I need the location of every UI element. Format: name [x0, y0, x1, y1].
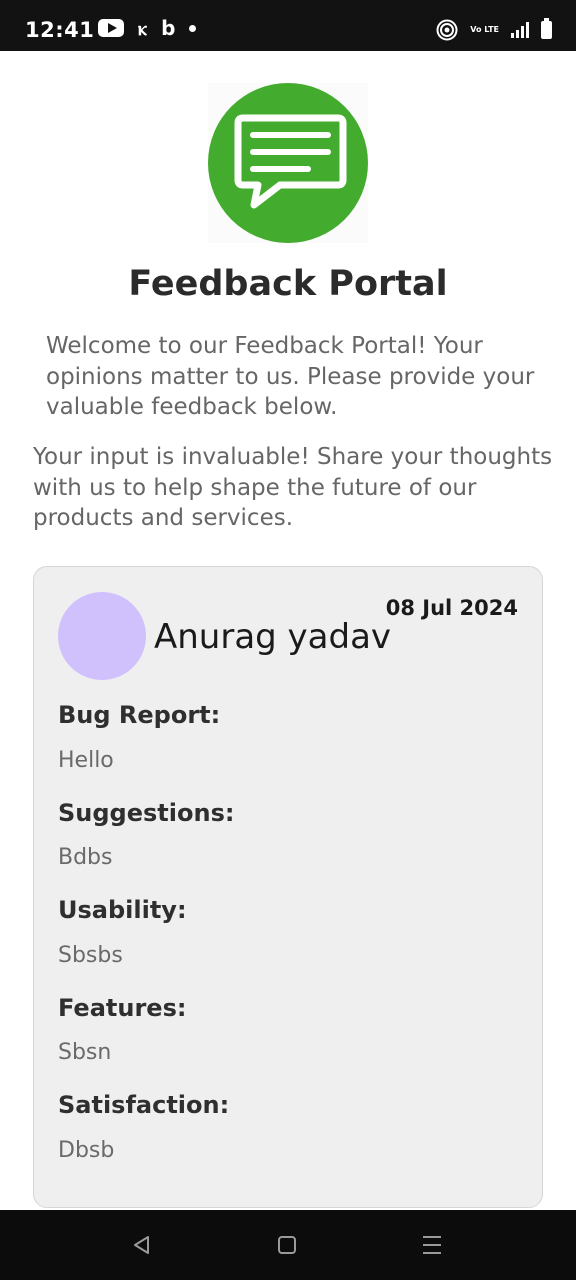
- feedback-date: 08 Jul 2024: [385, 596, 518, 620]
- suggestions-value: Bdbs: [58, 845, 113, 870]
- battery-icon: [541, 18, 552, 39]
- feedback-card[interactable]: Anurag yadav 08 Jul 2024 Bug Report: Hel…: [33, 566, 543, 1208]
- features-value: Sbsn: [58, 1040, 112, 1065]
- logo-container: [208, 83, 368, 243]
- usability-label: Usability:: [58, 896, 187, 924]
- status-time: 12:41: [25, 18, 95, 42]
- hotspot-icon: [436, 19, 458, 41]
- menu-icon[interactable]: [423, 1236, 441, 1254]
- volte-icon: Vo LTE: [470, 25, 499, 34]
- intro-text: Your input is invaluable! Share your tho…: [33, 444, 553, 531]
- signal-icon: [511, 22, 529, 38]
- welcome-text: Welcome to our Feedback Portal! Your opi…: [46, 333, 535, 420]
- avatar: [58, 592, 146, 680]
- back-icon[interactable]: [131, 1234, 153, 1256]
- usability-value: Sbsbs: [58, 943, 123, 968]
- features-label: Features:: [58, 994, 187, 1022]
- bug-report-label: Bug Report:: [58, 701, 221, 729]
- home-icon[interactable]: [278, 1236, 296, 1254]
- status-bar: 12:41 ⲕ b Vo LTE: [0, 0, 576, 51]
- kiwi-icon: ⲕ: [138, 16, 148, 40]
- bing-icon: b: [161, 16, 176, 40]
- suggestions-label: Suggestions:: [58, 799, 235, 827]
- satisfaction-value: Dbsb: [58, 1138, 115, 1163]
- notification-dot-icon: [189, 24, 197, 32]
- youtube-icon: [98, 19, 124, 37]
- satisfaction-label: Satisfaction:: [58, 1091, 230, 1119]
- user-name: Anurag yadav: [154, 617, 392, 657]
- page-title: Feedback Portal: [128, 264, 448, 304]
- navigation-bar: [0, 1210, 576, 1280]
- bug-report-value: Hello: [58, 748, 114, 773]
- chat-bubble-icon: [208, 83, 368, 243]
